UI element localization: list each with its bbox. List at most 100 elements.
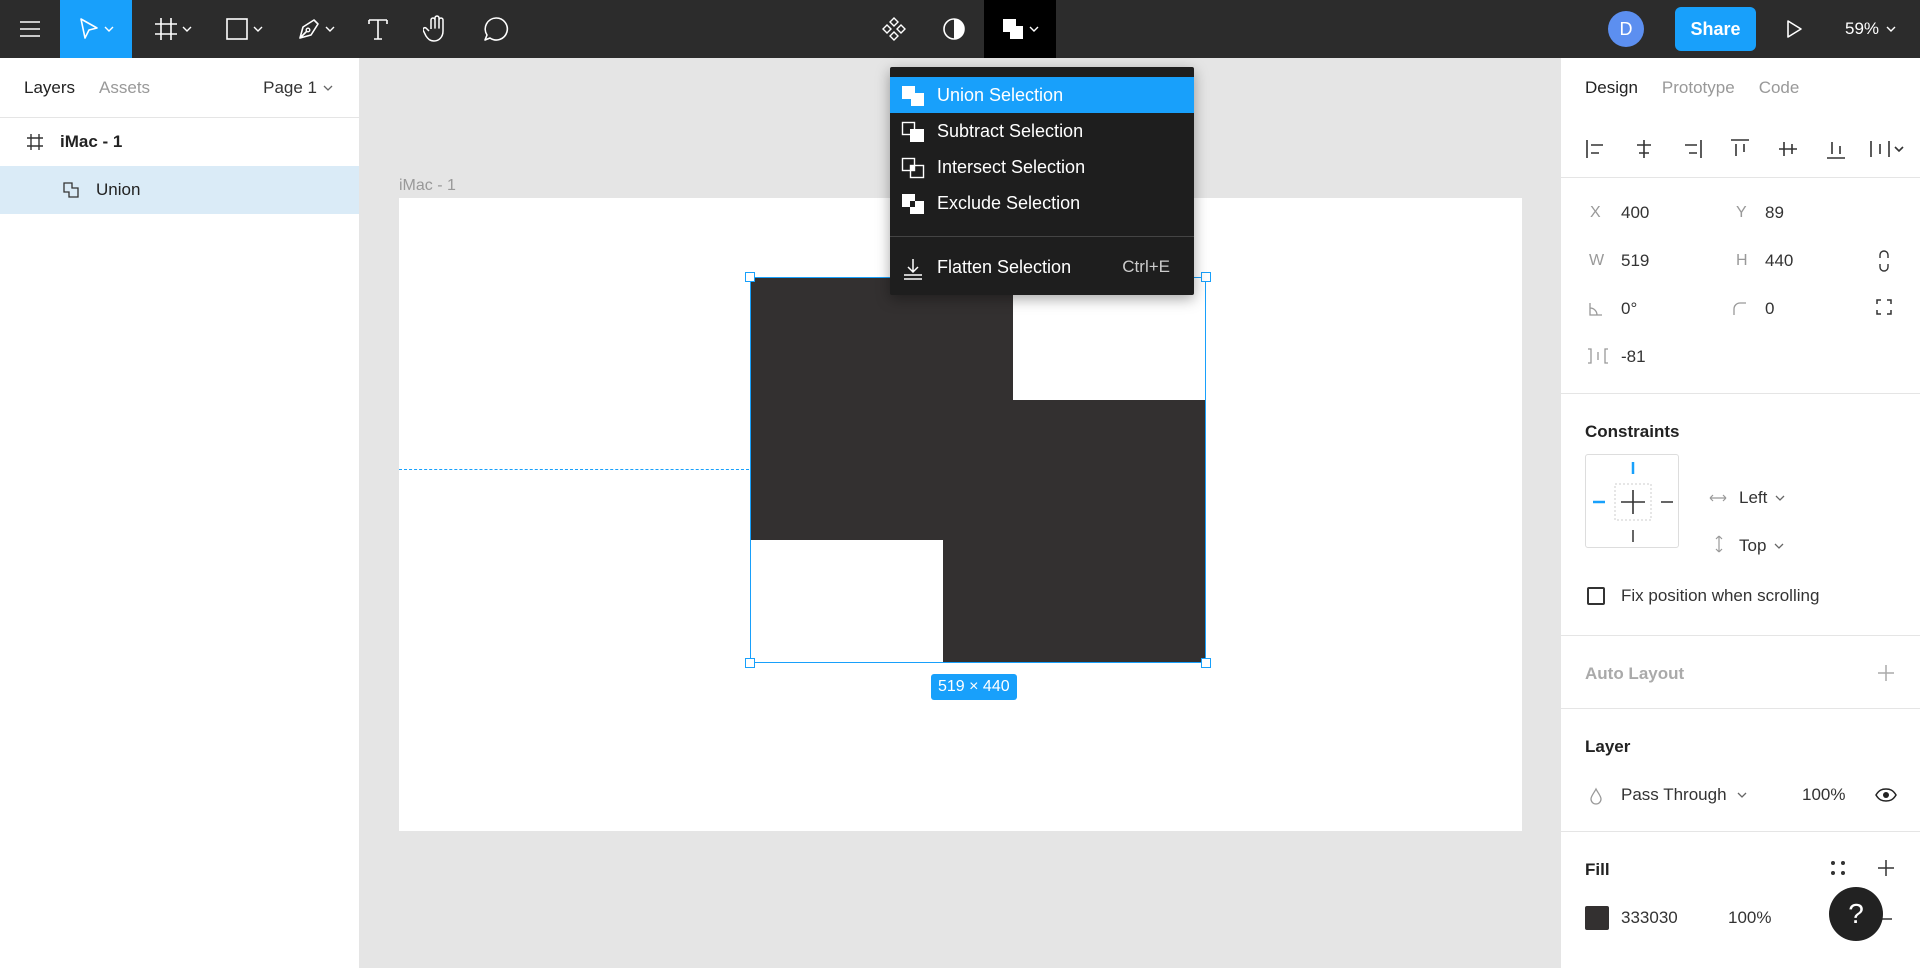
pen-tool-button[interactable]	[288, 0, 344, 58]
tab-layers[interactable]: Layers	[24, 78, 75, 98]
page-selector[interactable]: Page 1	[263, 58, 333, 118]
x-input[interactable]: 400	[1621, 203, 1649, 223]
frame-tool-button[interactable]	[145, 0, 201, 58]
resize-handle-top-right[interactable]	[1201, 272, 1211, 282]
tab-code[interactable]: Code	[1759, 78, 1800, 98]
width-input[interactable]: 519	[1621, 251, 1649, 271]
chevron-down-icon	[104, 26, 114, 32]
component-button[interactable]	[876, 0, 912, 58]
menu-item-union[interactable]: Union Selection	[890, 77, 1194, 113]
mask-icon	[943, 18, 965, 40]
boolean-operations-menu: Union Selection Subtract Selection Inter…	[890, 67, 1194, 295]
layer-section: Layer Pass Through 100%	[1561, 709, 1920, 832]
vertical-constraint-dropdown[interactable]: Top	[1739, 536, 1784, 556]
layer-opacity-input[interactable]: 100%	[1802, 785, 1845, 805]
vertical-constraint-value: Top	[1739, 536, 1767, 555]
top-toolbar: D Share 59%	[0, 0, 1920, 58]
fill-opacity-input[interactable]: 100%	[1728, 908, 1771, 928]
menu-item-subtract[interactable]: Subtract Selection	[890, 113, 1194, 149]
distribute-icon[interactable]	[1869, 138, 1905, 160]
hand-tool-button[interactable]	[418, 0, 454, 58]
frame-label[interactable]: iMac - 1	[399, 177, 456, 195]
zoom-value: 59%	[1845, 19, 1880, 38]
shape-tool-button[interactable]	[216, 0, 272, 58]
align-vertical-center-icon[interactable]	[1777, 138, 1799, 160]
text-tool-button[interactable]	[360, 0, 396, 58]
horizontal-constraint-dropdown[interactable]: Left	[1739, 488, 1785, 508]
fix-position-label: Fix position when scrolling	[1621, 586, 1820, 605]
menu-item-exclude[interactable]: Exclude Selection	[890, 185, 1194, 221]
subtract-icon	[901, 121, 925, 148]
share-button[interactable]: Share	[1675, 7, 1756, 51]
add-fill-icon[interactable]	[1877, 859, 1895, 877]
mask-button[interactable]	[936, 0, 972, 58]
rotation-input[interactable]: 0°	[1621, 299, 1637, 319]
w-label: W	[1589, 252, 1605, 269]
pen-tool-icon	[299, 19, 319, 39]
menu-item-label: Union Selection	[937, 84, 1064, 105]
component-icon	[882, 17, 906, 41]
align-horizontal-center-icon[interactable]	[1633, 138, 1655, 160]
corner-radius-input[interactable]: 0	[1765, 299, 1774, 319]
eye-icon[interactable]	[1875, 788, 1897, 802]
resize-handle-top-left[interactable]	[745, 272, 755, 282]
align-top-icon[interactable]	[1729, 138, 1751, 160]
tab-assets[interactable]: Assets	[99, 78, 150, 98]
blend-mode-dropdown[interactable]: Pass Through	[1621, 785, 1747, 805]
y-input[interactable]: 89	[1765, 203, 1784, 223]
intersect-icon	[901, 157, 925, 184]
layer-row-frame[interactable]: iMac - 1	[0, 118, 359, 166]
h-label: H	[1736, 252, 1748, 269]
align-left-icon[interactable]	[1585, 138, 1607, 160]
resize-handle-bottom-left[interactable]	[745, 658, 755, 668]
horizontal-constraint-icon	[1709, 494, 1727, 502]
chevron-down-icon	[182, 26, 192, 32]
layer-row-union[interactable]: Union	[0, 166, 359, 214]
independent-corners-icon[interactable]	[1876, 299, 1892, 315]
auto-layout-section: Auto Layout	[1561, 636, 1920, 709]
tab-prototype[interactable]: Prototype	[1662, 78, 1735, 98]
add-auto-layout-icon[interactable]	[1877, 664, 1895, 682]
height-input[interactable]: 440	[1765, 251, 1793, 271]
tab-design[interactable]: Design	[1585, 78, 1638, 98]
constraints-section: Constraints Left Top Fix position when s…	[1561, 394, 1920, 636]
menu-item-flatten[interactable]: Flatten Selection Ctrl+E	[890, 249, 1194, 285]
constraint-widget[interactable]	[1585, 454, 1679, 548]
fill-hex-input[interactable]: 333030	[1621, 908, 1678, 928]
shortcut-label: Ctrl+E	[1122, 257, 1170, 276]
x-label: X	[1590, 204, 1601, 221]
present-button[interactable]	[1776, 0, 1812, 58]
horizontal-constraint-value: Left	[1739, 488, 1768, 507]
menu-item-label: Intersect Selection	[937, 156, 1086, 177]
play-icon	[1787, 20, 1802, 38]
help-button[interactable]: ?	[1829, 887, 1883, 941]
move-tool-button[interactable]	[60, 0, 132, 58]
spacing-input[interactable]: -81	[1621, 347, 1646, 367]
align-bottom-icon[interactable]	[1825, 138, 1847, 160]
style-grid-icon[interactable]	[1830, 860, 1846, 876]
constrain-proportions-icon[interactable]	[1877, 250, 1891, 272]
user-avatar[interactable]: D	[1608, 11, 1644, 47]
text-tool-icon	[368, 19, 388, 40]
boolean-groups-button[interactable]	[984, 0, 1056, 58]
resize-handle-bottom-right[interactable]	[1201, 658, 1211, 668]
blend-mode-value: Pass Through	[1621, 785, 1727, 804]
comment-tool-button[interactable]	[478, 0, 514, 58]
layer-name: iMac - 1	[60, 132, 123, 151]
spacing-icon	[1588, 348, 1608, 364]
hamburger-menu-icon[interactable]	[0, 0, 60, 58]
exclude-icon	[901, 193, 925, 220]
fix-position-checkbox[interactable]	[1587, 587, 1605, 605]
frame-tool-icon	[155, 18, 177, 40]
size-badge: 519 × 440	[931, 674, 1017, 700]
chevron-down-icon	[1737, 792, 1746, 798]
chevron-down-icon	[1774, 543, 1784, 549]
menu-divider	[890, 236, 1194, 237]
fill-color-swatch[interactable]	[1585, 906, 1609, 930]
zoom-dropdown[interactable]: 59%	[1845, 0, 1896, 58]
align-right-icon[interactable]	[1681, 138, 1703, 160]
chevron-down-icon	[323, 85, 333, 91]
boolean-union-icon	[63, 182, 79, 198]
chevron-down-icon	[325, 26, 335, 32]
menu-item-intersect[interactable]: Intersect Selection	[890, 149, 1194, 185]
